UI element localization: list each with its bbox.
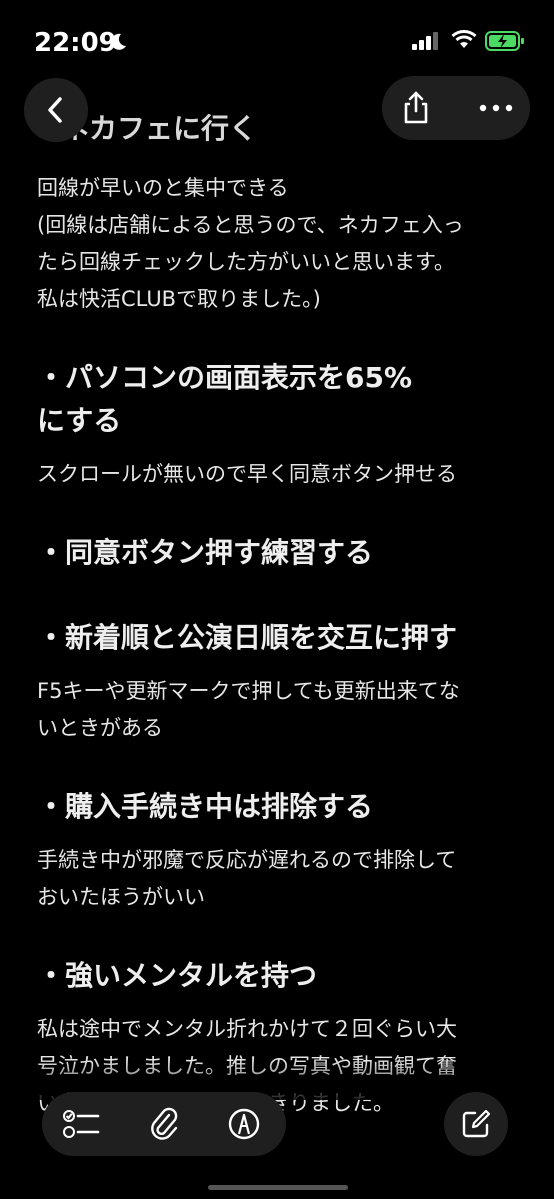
status-time: 22:09: [34, 28, 117, 58]
note-paragraph: 手続き中が邪魔で反応が遅れるので排除して おいたほうがいい: [37, 848, 457, 909]
note-paragraph: スクロールが無いので早く同意ボタン押せる: [37, 462, 457, 486]
markup-pen-icon: [228, 1108, 260, 1140]
note-heading: ・強いメンタルを持つ: [37, 959, 318, 992]
back-button[interactable]: [24, 78, 88, 142]
note-heading: ・購入手続き中は排除する: [37, 790, 374, 823]
attach-button[interactable]: [134, 1094, 194, 1154]
checklist-icon: [63, 1110, 100, 1138]
back-chevron-icon: [48, 97, 62, 123]
note-paragraph: F5キーや更新マークで押しても更新出来てな いときがある: [37, 679, 460, 740]
share-icon: [404, 91, 428, 124]
more-button[interactable]: [464, 78, 528, 138]
moon-icon: [111, 33, 126, 50]
signal-icon: [412, 32, 438, 50]
compose-button[interactable]: [444, 1092, 508, 1156]
note-heading: ・新着順と公演日順を交互に押す: [37, 621, 458, 654]
note-heading: ・同意ボタン押す練習する: [37, 536, 374, 569]
home-indicator: [208, 1185, 348, 1190]
note-paragraph: 回線が早いのと集中できる (回線は店舗によると思うので、ネカフェ入っ たら回線チ…: [37, 176, 464, 311]
note-heading: ・パソコンの画面表示を65% にする: [37, 361, 413, 437]
wifi-icon: [451, 30, 477, 48]
status-bar: 22:09: [0, 0, 554, 80]
more-icon: [479, 104, 513, 112]
paperclip-icon: [151, 1107, 178, 1140]
note-body[interactable]: ネカフェに行く 回線が早いのと集中できる (回線は店舗によると思うので、ネカフェ…: [37, 108, 517, 1122]
battery-charging-icon: [485, 31, 524, 51]
markup-button[interactable]: [214, 1094, 274, 1154]
checklist-button[interactable]: [52, 1094, 112, 1154]
share-button[interactable]: [384, 78, 448, 138]
compose-icon: [462, 1109, 491, 1138]
